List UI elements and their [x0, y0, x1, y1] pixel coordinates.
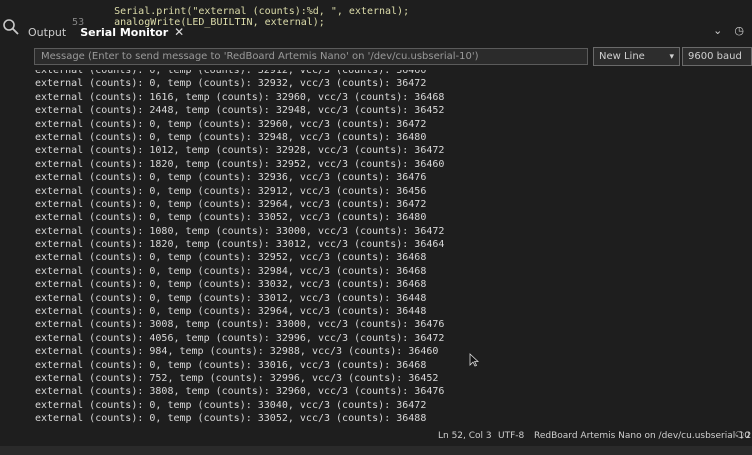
bottom-strip	[0, 446, 752, 455]
output-line: external (counts): 1820, temp (counts): …	[35, 158, 445, 170]
output-line: external (counts): 0, temp (counts): 329…	[35, 131, 427, 143]
output-line: external (counts): 0, temp (counts): 329…	[35, 198, 427, 210]
cursor-position[interactable]: Ln 52, Col 3	[438, 431, 492, 441]
baud-rate-select[interactable]: 9600 baud	[682, 47, 752, 66]
clock-icon[interactable]: ◷	[734, 24, 744, 37]
output-line: external (counts): 0, temp (counts): 330…	[35, 279, 427, 291]
output-line: external (counts): 0, temp (counts): 330…	[35, 399, 427, 411]
serial-output[interactable]: external (counts): 0, temp (counts): 329…	[35, 70, 735, 434]
tab-output[interactable]: Output	[28, 26, 66, 39]
close-icon[interactable]: ✕	[174, 25, 184, 39]
bell-icon[interactable]: 🗨2	[734, 431, 751, 441]
panel-tabs: Output Serial Monitor ✕	[28, 22, 184, 42]
output-line: external (counts): 3008, temp (counts): …	[35, 319, 445, 331]
double-chevron-down-icon[interactable]: ⌄	[713, 24, 722, 37]
tab-serial-monitor[interactable]: Serial Monitor ✕	[80, 25, 184, 39]
encoding[interactable]: UTF-8	[498, 431, 524, 441]
output-line: external (counts): 0, temp (counts): 330…	[35, 292, 427, 304]
output-line: external (counts): 752, temp (counts): 3…	[35, 372, 439, 384]
message-input[interactable]	[34, 48, 588, 65]
output-line: external (counts): 0, temp (counts): 329…	[35, 172, 427, 184]
search-icon[interactable]	[2, 18, 20, 36]
baud-rate-value: 9600 baud	[688, 51, 742, 62]
board-port[interactable]: RedBoard Artemis Nano on /dev/cu.usbseri…	[534, 431, 750, 441]
output-line: external (counts): 0, temp (counts): 329…	[35, 265, 427, 277]
output-line: external (counts): 0, temp (counts): 330…	[35, 212, 427, 224]
output-line: external (counts): 1616, temp (counts): …	[35, 91, 445, 103]
output-line: external (counts): 2448, temp (counts): …	[35, 105, 445, 117]
output-line: external (counts): 0, temp (counts): 329…	[35, 185, 427, 197]
output-line: external (counts): 3808, temp (counts): …	[35, 386, 445, 398]
notification-count: 2	[745, 431, 752, 441]
output-line: external (counts): 0, temp (counts): 329…	[35, 118, 427, 130]
line-ending-value: New Line	[599, 51, 645, 62]
output-line: external (counts): 0, temp (counts): 330…	[35, 413, 427, 425]
output-line: external (counts): 0, temp (counts): 329…	[35, 78, 427, 90]
output-line: external (counts): 0, temp (counts): 330…	[35, 359, 427, 371]
output-line: external (counts): 1820, temp (counts): …	[35, 239, 445, 251]
output-line: external (counts): 1012, temp (counts): …	[35, 145, 445, 157]
output-line: external (counts): 1080, temp (counts): …	[35, 225, 445, 237]
output-line: external (counts): 4056, temp (counts): …	[35, 332, 445, 344]
panel-actions: ⌄ ◷	[713, 24, 744, 37]
line-ending-select[interactable]: New Line ▾	[593, 47, 680, 66]
output-line: external (counts): 0, temp (counts): 329…	[35, 70, 427, 76]
code-line[interactable]: 53 analogWrite(LED_BUILTIN, external);	[0, 6, 325, 28]
output-line: external (counts): 984, temp (counts): 3…	[35, 346, 439, 358]
chevron-down-icon: ▾	[669, 51, 674, 62]
mouse-pointer-icon	[469, 353, 479, 367]
status-bar: Ln 52, Col 3 UTF-8 RedBoard Artemis Nano…	[0, 428, 752, 446]
tab-serial-monitor-label: Serial Monitor	[80, 25, 169, 39]
output-line: external (counts): 0, temp (counts): 329…	[35, 306, 427, 318]
code-editor[interactable]: Serial.print("external (counts):%d, ", e…	[0, 0, 752, 28]
output-line: external (counts): 0, temp (counts): 329…	[35, 252, 427, 264]
